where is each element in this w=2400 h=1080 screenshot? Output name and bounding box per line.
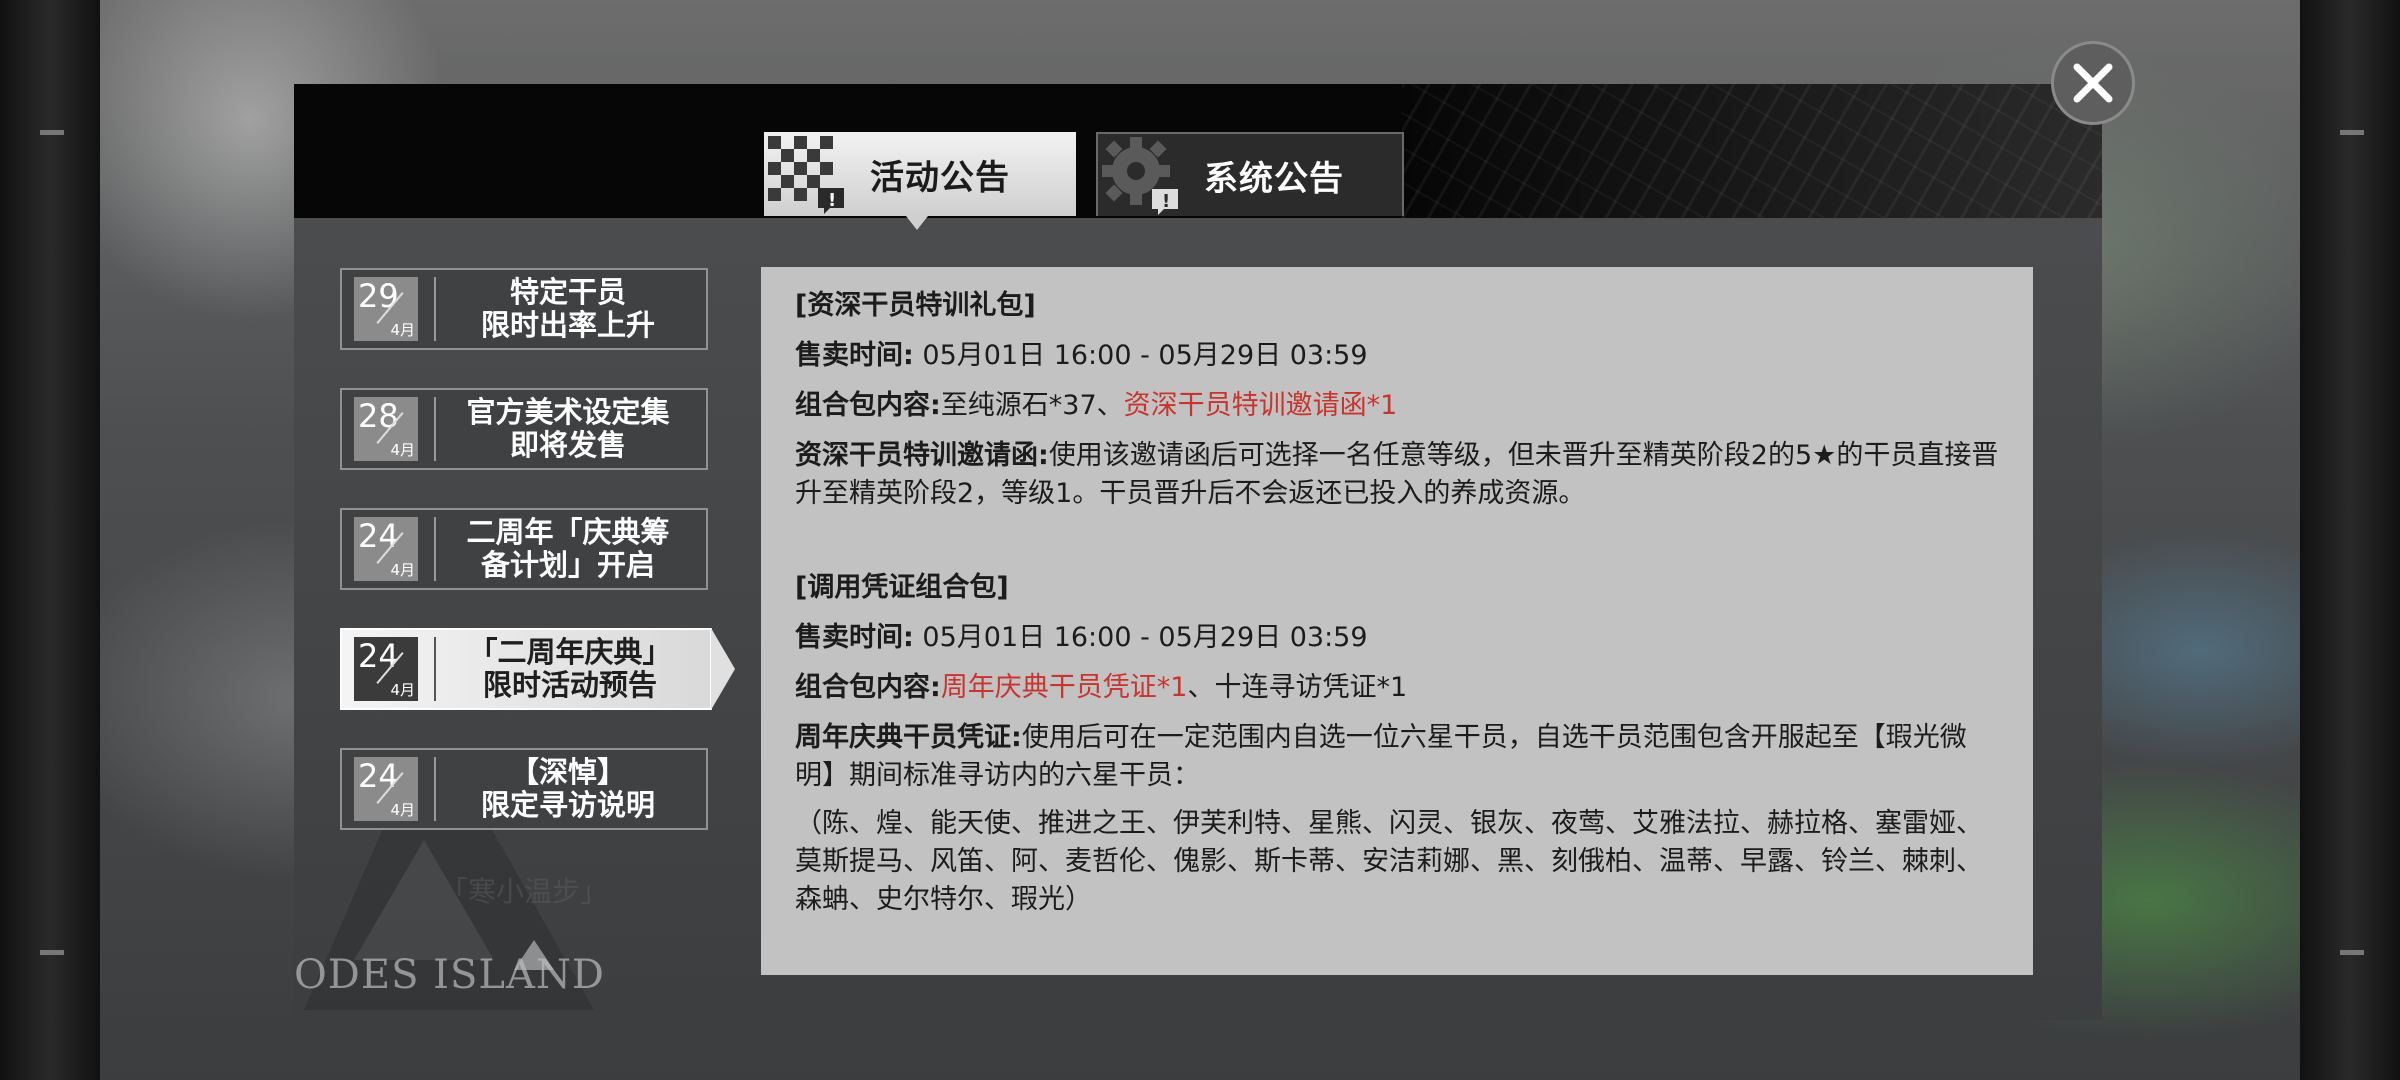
close-button[interactable]: [2051, 41, 2135, 125]
list-item[interactable]: 24 4月 【深悼】 限定寻访说明: [340, 748, 708, 830]
pack-title: [资深干员特训礼包]: [795, 290, 1036, 321]
tab-pointer: [906, 216, 928, 230]
date-badge: 24 4月: [354, 637, 418, 701]
announcement-list[interactable]: 29 4月 特定干员 限时出率上升 28 4月 官方美术设定集 即将发售 24 4月 二周…: [340, 268, 740, 908]
gear-icon: !: [1098, 133, 1190, 217]
right-frame-bar: [2300, 0, 2400, 1080]
date-badge: 24 4月: [354, 757, 418, 821]
checkered-flag-icon: !: [764, 132, 856, 216]
date-badge: 24 4月: [354, 517, 418, 581]
pack-contents: 组合包内容:至纯源石*37、资深干员特训邀请函*1: [795, 390, 1398, 421]
pack-contents: 组合包内容:周年庆典干员凭证*1、十连寻访凭证*1: [795, 672, 1408, 703]
date-badge: 29 4月: [354, 277, 418, 341]
operator-list: （陈、煌、能天使、推进之王、伊芙利特、星熊、闪灵、银灰、夜莺、艾雅法拉、赫拉格、…: [795, 808, 1983, 915]
left-frame-bar: [0, 0, 100, 1080]
tab-system-announcement[interactable]: ! 系统公告: [1096, 132, 1404, 216]
logo-text: ODES ISLAND: [294, 952, 605, 998]
list-item-title: 特定干员 限时出率上升: [480, 275, 655, 342]
svg-text:!: !: [1162, 191, 1170, 212]
tab-activity-announcement[interactable]: ! 活动公告: [764, 132, 1076, 216]
pack-title: [调用凭证组合包]: [795, 572, 1009, 603]
selected-item-arrow: [711, 628, 735, 710]
sale-time: 售卖时间: 05月01日 16:00 - 05月29日 03:59: [795, 340, 1368, 371]
pack-description: 周年庆典干员凭证:使用后可在一定范围内自选一位六星干员，自选干员范围包含开服起至…: [795, 722, 1967, 791]
close-icon: [2073, 63, 2113, 103]
list-item[interactable]: 28 4月 官方美术设定集 即将发售: [340, 388, 708, 470]
list-item[interactable]: 29 4月 特定干员 限时出率上升: [340, 268, 708, 350]
sale-time: 售卖时间: 05月01日 16:00 - 05月29日 03:59: [795, 622, 1368, 653]
list-item-title: 官方美术设定集 即将发售: [466, 395, 670, 462]
announcement-content: [资深干员特训礼包] 售卖时间: 05月01日 16:00 - 05月29日 0…: [761, 267, 2033, 975]
list-item-title: 「二周年庆典」 限时活动预告: [468, 635, 672, 702]
tab-system-label: 系统公告: [1204, 158, 1344, 199]
list-item-partial[interactable]: 「寒小温步」: [340, 870, 708, 908]
date-badge: 28 4月: [354, 397, 418, 461]
list-item-selected[interactable]: 24 4月 「二周年庆典」 限时活动预告: [340, 628, 712, 710]
svg-text:!: !: [828, 190, 836, 211]
pack-description: 资深干员特训邀请函:使用该邀请函后可选择一名任意等级，但未晋升至精英阶段2的5★…: [795, 440, 1999, 509]
list-item[interactable]: 24 4月 二周年「庆典筹 备计划」开启: [340, 508, 708, 590]
tab-activity-label: 活动公告: [870, 157, 1010, 198]
list-item-title: 二周年「庆典筹 备计划」开启: [466, 515, 670, 582]
list-item-title: 【深悼】 限定寻访说明: [480, 755, 655, 822]
